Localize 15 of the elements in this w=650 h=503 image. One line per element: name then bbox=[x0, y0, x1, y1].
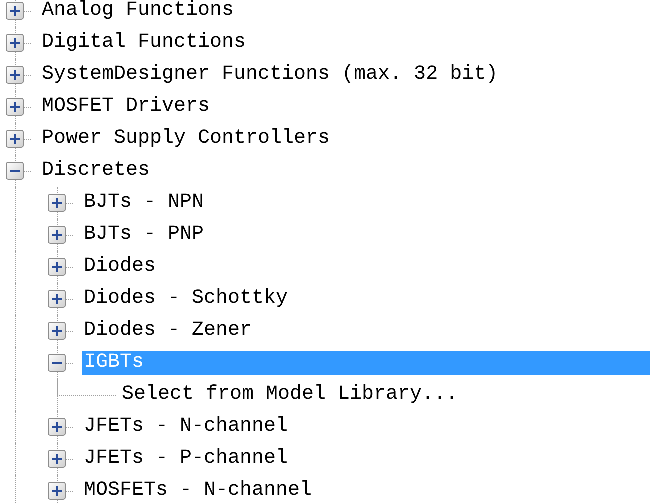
tree-item[interactable]: SystemDesigner Functions (max. 32 bit) bbox=[40, 63, 500, 87]
tree-item[interactable]: Select from Model Library... bbox=[120, 383, 460, 407]
tree-item[interactable]: Discretes bbox=[40, 159, 152, 183]
tree-item[interactable]: Power Supply Controllers bbox=[40, 127, 332, 151]
tree-item[interactable]: Analog Functions bbox=[40, 0, 236, 23]
tree-item[interactable]: Diodes - Schottky bbox=[82, 287, 290, 311]
tree-item[interactable]: Digital Functions bbox=[40, 31, 248, 55]
tree-item[interactable]: Diodes - Zener bbox=[82, 319, 254, 343]
tree-item[interactable]: BJTs - NPN bbox=[82, 191, 206, 215]
tree-item[interactable]: JFETs - P-channel bbox=[82, 447, 290, 471]
tree-item[interactable]: MOSFETs - N-channel bbox=[82, 479, 314, 503]
tree-item[interactable]: Diodes bbox=[82, 255, 158, 279]
tree-item[interactable]: BJTs - PNP bbox=[82, 223, 206, 247]
tree-item[interactable]: MOSFET Drivers bbox=[40, 95, 212, 119]
tree-item[interactable]: JFETs - N-channel bbox=[82, 415, 290, 439]
